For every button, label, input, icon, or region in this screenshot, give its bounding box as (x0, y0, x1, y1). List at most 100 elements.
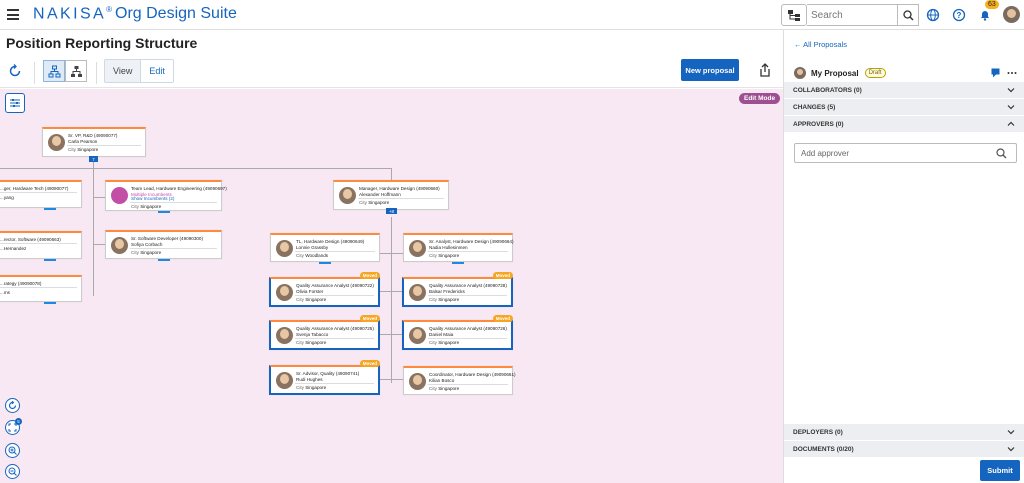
position-card[interactable]: Moved Quality Assurance Analyst (4909072… (269, 272, 380, 307)
expand-bar[interactable] (158, 259, 170, 261)
refresh-icon[interactable] (8, 64, 22, 78)
incumbent-name: Balsar Fredericks (429, 289, 465, 294)
app-logo[interactable]: NAKISA® Org Design Suite (33, 5, 237, 23)
add-approver-input[interactable] (801, 148, 996, 158)
position-card[interactable]: ...rategy (49090078) ...ms (0, 275, 82, 304)
employee-photo (409, 373, 426, 390)
divider (34, 62, 35, 84)
divider (295, 338, 374, 339)
expand-bar[interactable] (44, 302, 56, 304)
show-incumbents-link[interactable]: Show Incumbents (2) (131, 196, 174, 201)
documents-section[interactable]: DOCUMENTS (0/20) (784, 441, 1024, 458)
divider (67, 145, 141, 146)
position-card[interactable]: Sr. Analyst, Hardware Design (49090664) … (403, 233, 514, 264)
org-chart-canvas[interactable]: Edit Mode Sr. VP, R&D (49090077) Carla P… (0, 89, 783, 483)
chevron-up-icon (1007, 121, 1015, 126)
proposal-name: My Proposal (811, 68, 859, 78)
position-card[interactable]: Coordinator, Hardware Design (49090661) … (403, 366, 516, 395)
section-label: APPROVERS (0) (793, 120, 844, 128)
expand-toggle[interactable]: 7 (89, 156, 98, 162)
comments-icon[interactable] (991, 68, 1001, 78)
hierarchy-selector-button[interactable] (781, 4, 807, 26)
suite-name: Org Design Suite (115, 5, 237, 23)
bell-icon[interactable] (978, 8, 992, 22)
position-card[interactable]: Sr. Software Developer (49090300) Sofiya… (105, 230, 222, 261)
location: City Singapore (359, 200, 390, 205)
search-input[interactable] (811, 6, 897, 24)
more-options-icon[interactable] (1007, 68, 1017, 78)
share-icon[interactable] (759, 63, 771, 77)
expand-toggle[interactable]: +8 (386, 208, 397, 214)
location: City Woodlands (296, 253, 329, 258)
position-card[interactable]: Team Lead, Hardware Engineering (4909069… (105, 180, 227, 213)
position-card[interactable]: Moved Quality Assurance Analyst (4909072… (402, 272, 513, 307)
edit-mode-button[interactable]: Edit (140, 60, 173, 82)
location: City Singapore (429, 297, 460, 302)
search-box (807, 4, 919, 26)
help-icon[interactable]: ? (952, 8, 966, 22)
reset-view-button[interactable] (5, 398, 20, 413)
employee-photo (409, 284, 426, 301)
location: City Singapore (429, 253, 460, 258)
globe-icon[interactable] (926, 8, 940, 22)
owner-avatar (794, 67, 806, 79)
position-title: Sr. Analyst, Hardware Design (49090664) (429, 239, 514, 244)
incumbent-name: ...Hernandez (0, 246, 27, 251)
user-avatar[interactable] (1003, 6, 1020, 23)
position-card[interactable]: Manager, Hardware Design (49090660) Alex… (333, 180, 449, 210)
position-card[interactable]: Sr. VP, R&D (49090077) Carla Pearson Cit… (42, 127, 146, 157)
divider (295, 383, 374, 384)
location: City Singapore (296, 385, 327, 390)
incumbent-name: ...yang (0, 195, 14, 200)
chevron-down-icon (1007, 105, 1015, 110)
position-title: Manager, Hardware Design (49090660) (359, 186, 440, 191)
new-proposal-button[interactable]: New proposal (681, 59, 739, 81)
grid-view-button[interactable] (65, 60, 87, 82)
search-icon[interactable] (996, 147, 1007, 159)
incumbent-name: Alexander Hoffmann (359, 192, 401, 197)
sliders-icon (10, 99, 20, 107)
divider (130, 248, 217, 249)
employee-photo (276, 284, 293, 301)
search-button[interactable] (897, 4, 918, 26)
view-edit-toggle: View Edit (104, 59, 174, 83)
zoom-in-button[interactable] (5, 443, 20, 458)
connector-line (93, 168, 94, 296)
changes-section[interactable]: CHANGES (5) (784, 99, 1024, 116)
org-chart-icon (48, 65, 60, 77)
position-card[interactable]: ...ger, Hardware Tech (49090077) ...yang (0, 180, 82, 210)
expand-bar[interactable] (158, 211, 170, 213)
position-card[interactable]: Moved Sr. Advisor, Quality (49090741) Ru… (269, 360, 380, 395)
org-chart-view-button[interactable] (43, 60, 65, 82)
approvers-section[interactable]: APPROVERS (0) (784, 116, 1024, 133)
all-proposals-link[interactable]: ← All Proposals (794, 40, 847, 49)
connector-line (380, 379, 403, 380)
expand-bar[interactable] (44, 208, 56, 210)
location: City Singapore (429, 386, 460, 391)
expand-bar[interactable] (452, 262, 464, 264)
expand-bar[interactable] (319, 262, 331, 264)
filter-button[interactable] (5, 93, 25, 113)
fit-to-screen-button[interactable]: 5 (5, 418, 22, 435)
reset-icon (8, 401, 17, 410)
view-mode-button[interactable]: View (105, 60, 140, 82)
employee-photo (339, 187, 356, 204)
menu-icon[interactable] (7, 9, 19, 20)
divider (358, 198, 444, 199)
divider (428, 295, 507, 296)
connector-line (380, 334, 403, 335)
position-card[interactable]: Moved Quality Assurance Analyst (4909072… (402, 315, 513, 350)
position-card[interactable]: Moved Quality Assurance Analyst (4909072… (269, 315, 380, 350)
position-card[interactable]: TL, Hardware Design (49090649) Lonnie Gr… (270, 233, 380, 264)
expand-bar[interactable] (44, 259, 56, 261)
deployers-section[interactable]: DEPLOYERS (0) (784, 424, 1024, 441)
submit-button[interactable]: Submit (980, 460, 1020, 481)
zoom-out-button[interactable] (5, 464, 20, 479)
chevron-down-icon (1007, 88, 1015, 93)
position-card[interactable]: ...rector, Software (49090663) ...Hernan… (0, 231, 82, 261)
collaborators-section[interactable]: COLLABORATORS (0) (784, 82, 1024, 99)
divider (428, 384, 508, 385)
divider (130, 202, 217, 203)
connector-line (391, 168, 392, 180)
employee-photo (48, 134, 65, 151)
